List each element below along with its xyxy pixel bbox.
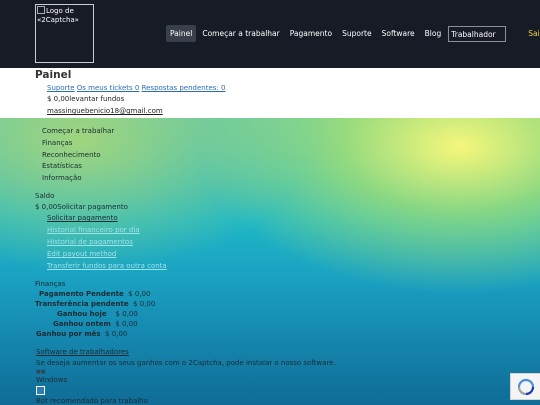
finance-row: Transferência pendente $ 0,00: [35, 300, 155, 308]
role-select[interactable]: Trabalhador: [448, 25, 507, 42]
nav-payment[interactable]: Pagamento: [286, 25, 336, 42]
link-payout-history[interactable]: Historial de pagamentos: [47, 238, 133, 246]
finance-row: Ganhou ontem $ 0,00: [53, 320, 138, 328]
page-title: Painel: [35, 69, 72, 81]
menu-finance[interactable]: Finanças: [42, 139, 72, 147]
balance-heading: Saldo: [35, 192, 55, 200]
support-link[interactable]: Suporte: [47, 84, 75, 92]
finance-row: Ganhou hoje $ 0,00: [57, 310, 138, 318]
finance-value: $ 0,00: [115, 310, 138, 318]
nav-dashboard[interactable]: Painel: [166, 25, 197, 42]
os-icon: ■■: [36, 369, 46, 375]
finance-label: Pagamento Pendente: [39, 290, 124, 298]
logout-link[interactable]: Sair: [524, 25, 540, 42]
request-payout-inline[interactable]: Solicitar pagamento: [57, 203, 128, 211]
finance-label: Ganhou hoje: [57, 310, 107, 318]
main-content: Começar a trabalhar Finanças Reconhecime…: [0, 118, 540, 405]
balance-line: $ 0,00Solicitar pagamento: [35, 203, 128, 211]
pending-answers-link[interactable]: Respostas pendentes: 0: [142, 84, 226, 92]
link-daily-history[interactable]: Historial financeiro por dia: [47, 226, 140, 234]
balance-amount: $ 0,00: [35, 203, 58, 211]
finance-heading: Finanças: [35, 280, 66, 288]
my-tickets-link[interactable]: Os meus tickets 0: [77, 84, 140, 92]
recaptcha-icon: [517, 378, 535, 396]
finance-row: Ganhou por mês $ 0,00: [36, 330, 127, 338]
os-label: Windows: [36, 376, 68, 384]
link-edit-payout[interactable]: Edit payout method: [47, 250, 116, 258]
balance-row: $ 0,00levantar fundos: [47, 95, 124, 103]
recommended-bot-text: Bot recomendado para trabalho: [36, 397, 148, 405]
user-email[interactable]: massinguebenicio18@gmail.com: [47, 107, 163, 115]
nav-start-working[interactable]: Começar a trabalhar: [198, 25, 283, 42]
menu-statistics[interactable]: Estatísticas: [42, 162, 82, 170]
finance-value: $ 0,00: [133, 300, 156, 308]
finance-value: $ 0,00: [105, 330, 128, 338]
dashboard-header: Painel Suporte Os meus tickets 0 Respost…: [0, 68, 540, 118]
recaptcha-badge[interactable]: [510, 373, 540, 400]
link-transfer-funds[interactable]: Transferir fundos para outra conta: [47, 262, 167, 270]
broken-image-icon: [36, 386, 45, 395]
finance-value: $ 0,00: [128, 290, 151, 298]
menu-start-working[interactable]: Começar a trabalhar: [42, 127, 114, 135]
finance-label: Ganhou por mês: [36, 330, 101, 338]
finance-row: Pagamento Pendente $ 0,00: [39, 290, 150, 298]
support-row: Suporte Os meus tickets 0 Respostas pend…: [47, 84, 225, 92]
menu-information[interactable]: Informação: [42, 174, 82, 182]
nav-support[interactable]: Suporte: [338, 25, 376, 42]
nav-software[interactable]: Software: [378, 25, 419, 42]
software-description: Se deseja aumentar os seus ganhos com o …: [36, 359, 336, 367]
withdraw-link[interactable]: levantar fundos: [69, 95, 124, 103]
broken-image-icon: [37, 6, 45, 14]
finance-label: Transferência pendente: [35, 300, 129, 308]
nav-blog[interactable]: Blog: [421, 25, 446, 42]
worker-software-link[interactable]: Software de trabalhadores: [36, 348, 129, 356]
top-navbar: Logo de «2Captcha» Painel Começar a trab…: [0, 0, 540, 68]
menu-recognition[interactable]: Reconhecimento: [42, 151, 101, 159]
link-request-payout[interactable]: Solicitar pagamento: [47, 214, 118, 222]
finance-value: $ 0,00: [115, 320, 138, 328]
main-nav: Painel Começar a trabalhar Pagamento Sup…: [166, 25, 540, 42]
finance-label: Ganhou ontem: [53, 320, 111, 328]
windows-download[interactable]: [36, 386, 45, 397]
header-balance: $ 0,00: [47, 95, 70, 103]
site-logo[interactable]: Logo de «2Captcha»: [35, 4, 94, 63]
